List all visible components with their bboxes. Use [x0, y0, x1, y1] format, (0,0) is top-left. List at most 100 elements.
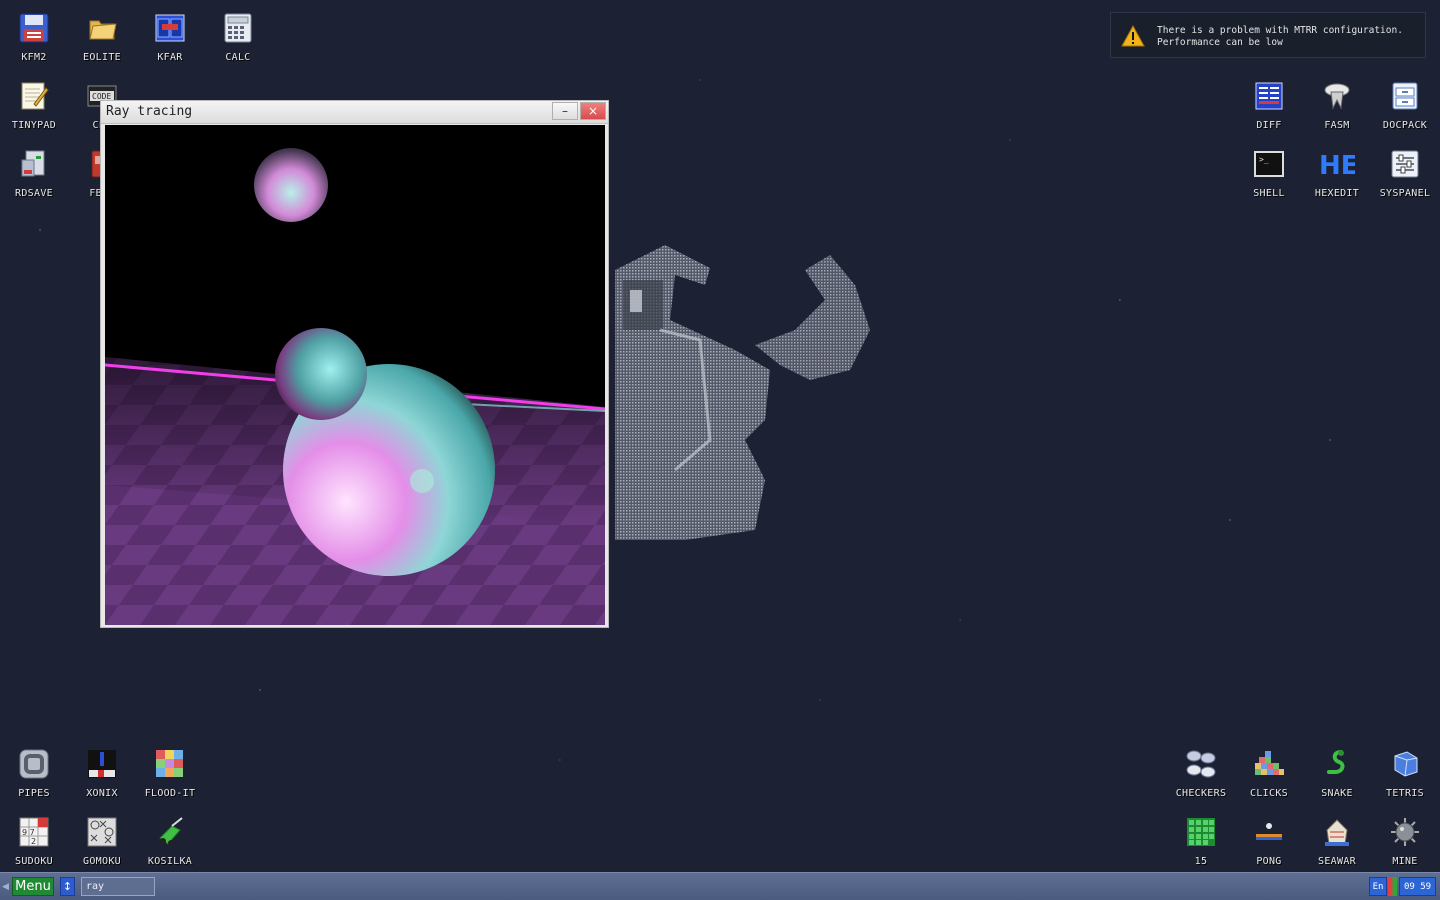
system-panel-icon [1387, 146, 1423, 182]
desktop-icon-flood-it[interactable]: FLOOD-IT [136, 738, 204, 804]
desktop-icon-eolite[interactable]: EOLITE [68, 2, 136, 68]
icon-label: SUDOKU [15, 856, 53, 867]
taskbar-item-ray[interactable]: ray [81, 877, 155, 896]
desktop-icon-shell[interactable]: >_ SHELL [1235, 138, 1303, 204]
icon-label: SEAWAR [1318, 856, 1356, 867]
menu-button[interactable]: Menu [12, 877, 54, 896]
desktop-icon-tetris[interactable]: TETRIS [1371, 738, 1439, 804]
svg-text:9 7: 9 7 [22, 828, 35, 837]
xonix-icon [84, 746, 120, 782]
gomoku-icon [84, 814, 120, 850]
snake-icon [1319, 746, 1355, 782]
svg-text:HE: HE [1319, 151, 1355, 180]
icon-label: XONIX [86, 788, 118, 799]
notepad-icon [16, 78, 52, 114]
window-switch-button[interactable]: ↕ [60, 877, 75, 896]
clicks-icon [1251, 746, 1287, 782]
notification-line-1: There is a problem with MTRR configurati… [1157, 25, 1403, 36]
icon-label: SYSPANEL [1379, 188, 1431, 199]
icon-label: KOSILKA [147, 856, 193, 867]
tray-indicator-icon [1388, 877, 1397, 896]
warning-icon [1121, 24, 1145, 47]
desktop-icon-pong[interactable]: PONG [1235, 806, 1303, 872]
ray-tracing-canvas[interactable] [105, 125, 605, 625]
desktop-icon-docpack[interactable]: DOCPACK [1371, 70, 1439, 136]
desktop-icon-snake[interactable]: SNAKE [1303, 738, 1371, 804]
pong-icon [1251, 814, 1287, 850]
language-indicator[interactable]: En [1369, 877, 1387, 896]
window-title: Ray tracing [106, 104, 193, 119]
desktop-icon-kfar[interactable]: KFAR [136, 2, 204, 68]
icon-label: DOCPACK [1382, 120, 1428, 131]
icon-label: DIFF [1256, 120, 1282, 131]
desktop-icon-fasm[interactable]: FASM [1303, 70, 1371, 136]
fasm-icon [1319, 78, 1355, 114]
ramdisk-save-icon [16, 146, 52, 182]
svg-text:>_: >_ [1259, 155, 1269, 164]
docpack-icon [1387, 78, 1423, 114]
floppy-disk-icon [16, 10, 52, 46]
desktop-icon-xonix[interactable]: XONIX [68, 738, 136, 804]
flood-it-icon [152, 746, 188, 782]
mine-icon [1387, 814, 1423, 850]
icon-label: 15 [1194, 856, 1208, 867]
icon-label: CALC [225, 52, 251, 63]
seawar-icon [1319, 814, 1355, 850]
desktop-icon-clicks[interactable]: CLICKS [1235, 738, 1303, 804]
icon-label: RDSAVE [15, 188, 53, 199]
lawnmower-icon [152, 814, 188, 850]
icon-label: TINYPAD [11, 120, 57, 131]
fifteen-puzzle-icon [1183, 814, 1219, 850]
desktop-icon-gomoku[interactable]: GOMOKU [68, 806, 136, 872]
icon-label: EOLITE [83, 52, 121, 63]
sudoku-icon: 9 72 [16, 814, 52, 850]
notification-text: There is a problem with MTRR configurati… [1157, 25, 1403, 49]
tetris-icon [1387, 746, 1423, 782]
icon-label: FASM [1324, 120, 1350, 131]
desktop-icon-tinypad[interactable]: TINYPAD [0, 70, 68, 136]
terminal-icon: >_ [1251, 146, 1287, 182]
clock[interactable]: 09 59 [1399, 877, 1436, 896]
desktop-icon-15[interactable]: 15 [1167, 806, 1235, 872]
ray-tracing-window[interactable]: Ray tracing – × [100, 100, 609, 628]
notification-line-2: Performance can be low [1157, 37, 1283, 48]
icon-label: HEXEDIT [1314, 188, 1360, 199]
close-button[interactable]: × [580, 102, 606, 120]
hex-editor-icon: HE [1319, 146, 1355, 182]
svg-text:2: 2 [31, 837, 36, 846]
mtrr-notification[interactable]: There is a problem with MTRR configurati… [1110, 12, 1426, 58]
calculator-icon [220, 10, 256, 46]
icon-label: KFM2 [21, 52, 47, 63]
pipes-icon [16, 746, 52, 782]
desktop-icon-rdsave[interactable]: RDSAVE [0, 138, 68, 204]
diff-icon [1251, 78, 1287, 114]
window-titlebar[interactable]: Ray tracing – × [101, 101, 608, 124]
desktop-icon-syspanel[interactable]: SYSPANEL [1371, 138, 1439, 204]
icon-label: CHECKERS [1175, 788, 1227, 799]
checkers-icon [1183, 746, 1219, 782]
desktop-icon-hexedit[interactable]: HE HEXEDIT [1303, 138, 1371, 204]
icon-label: SHELL [1253, 188, 1285, 199]
icon-label: CLICKS [1250, 788, 1288, 799]
desktop-icon-checkers[interactable]: CHECKERS [1167, 738, 1235, 804]
taskbar-scroll-left-icon[interactable]: ◀ [2, 882, 9, 892]
wallpaper-treehouse [605, 240, 885, 550]
desktop-icon-seawar[interactable]: SEAWAR [1303, 806, 1371, 872]
icon-label: TETRIS [1386, 788, 1424, 799]
icon-label: PIPES [18, 788, 50, 799]
icon-label: MINE [1392, 856, 1418, 867]
icon-label: SNAKE [1321, 788, 1353, 799]
taskbar: ◀ Menu ↕ ray En 09 59 [0, 872, 1440, 900]
desktop-icon-pipes[interactable]: PIPES [0, 738, 68, 804]
desktop-icon-kfm2[interactable]: KFM2 [0, 2, 68, 68]
desktop-icon-sudoku[interactable]: 9 72 SUDOKU [0, 806, 68, 872]
desktop-icon-calc[interactable]: CALC [204, 2, 272, 68]
desktop-icon-diff[interactable]: DIFF [1235, 70, 1303, 136]
icon-label: KFAR [157, 52, 183, 63]
folder-icon [84, 10, 120, 46]
icon-label: FLOOD-IT [144, 788, 196, 799]
desktop-icon-kosilka[interactable]: KOSILKA [136, 806, 204, 872]
desktop-icon-mine[interactable]: MINE [1371, 806, 1439, 872]
minimize-button[interactable]: – [552, 102, 578, 120]
icon-label: GOMOKU [83, 856, 121, 867]
